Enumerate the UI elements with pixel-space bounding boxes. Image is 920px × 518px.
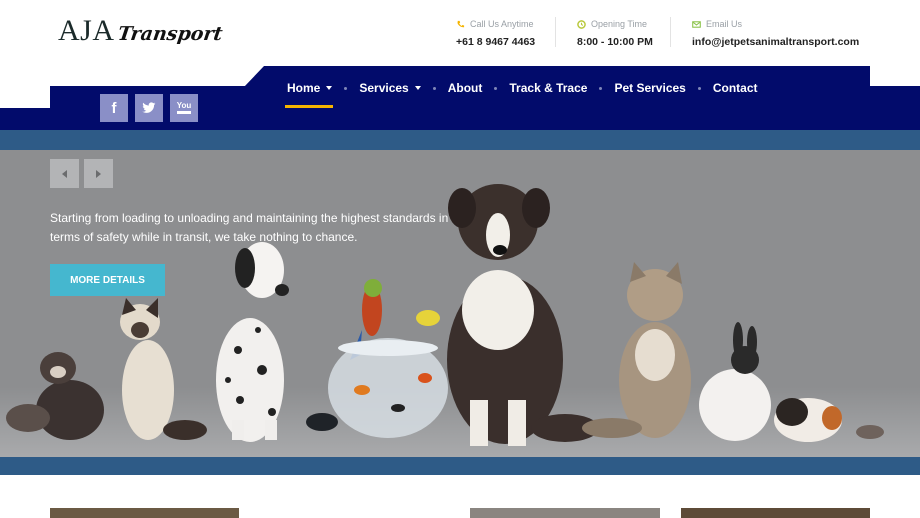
contact-hours: Opening Time 8:00 - 10:00 PM — [577, 17, 653, 53]
nav-item-home[interactable]: Home — [287, 81, 333, 95]
collie-dog-figure — [447, 184, 599, 446]
canary-figure — [416, 310, 440, 326]
tabby-cat-figure — [582, 262, 691, 438]
nav-item-label: Pet Services — [614, 81, 686, 95]
nav-item-contact[interactable]: Contact — [713, 81, 758, 95]
twitter-icon — [142, 102, 156, 113]
nav-item-label: Home — [287, 81, 321, 95]
slider-next-button[interactable] — [84, 159, 113, 188]
nav-separator — [494, 86, 498, 90]
nav-separator — [344, 86, 348, 90]
main-nav: Home Services About Track & Trace Pet Se… — [277, 78, 758, 98]
envelope-icon — [692, 20, 701, 28]
logo-script-text: Transport — [115, 23, 224, 45]
clock-icon — [577, 19, 586, 29]
dalmatian-figure — [216, 242, 289, 442]
active-nav-indicator — [285, 105, 333, 108]
guinea-pig-figure — [774, 398, 842, 442]
hours-label: Opening Time — [591, 19, 648, 29]
nav-separator — [697, 86, 701, 90]
nav-item-label: Track & Trace — [509, 81, 588, 95]
nav-item-about[interactable]: About — [448, 81, 483, 95]
facebook-icon: f — [111, 99, 117, 117]
slider-prev-button[interactable] — [50, 159, 79, 188]
hero-top-band — [0, 130, 920, 150]
twitter-button[interactable] — [135, 94, 163, 122]
nav-separator — [432, 86, 436, 90]
fishbowl-figure — [328, 338, 448, 438]
service-card-image[interactable] — [50, 508, 239, 518]
hours-value: 8:00 - 10:00 PM — [577, 36, 653, 48]
nav-item-label: Services — [359, 81, 409, 95]
rabbit-figure — [699, 322, 771, 441]
nav-item-label: About — [447, 81, 483, 95]
more-details-button[interactable]: MORE DETAILS — [50, 264, 165, 296]
nav-item-label: Contact — [712, 81, 758, 95]
site-logo[interactable]: AJA Transport — [58, 14, 224, 48]
contact-phone: Call Us Anytime +61 8 9467 4463 — [456, 17, 535, 53]
nav-separator — [599, 86, 603, 90]
youtube-button[interactable]: You — [170, 94, 198, 122]
ferret-figure — [6, 352, 104, 440]
phone-icon — [457, 20, 465, 27]
youtube-icon: You — [176, 102, 192, 114]
nav-item-services[interactable]: Services — [359, 81, 421, 95]
nav-item-track-trace[interactable]: Track & Trace — [509, 81, 587, 95]
phone-value[interactable]: +61 8 9467 4463 — [456, 36, 535, 48]
facebook-button[interactable]: f — [100, 94, 128, 122]
hero-description: Starting from loading to unloading and m… — [50, 211, 449, 244]
contact-email: Email Us info@jetpetsanimaltransport.com — [692, 17, 859, 53]
frog-figure — [306, 413, 338, 431]
logo-main-text: AJA — [58, 14, 115, 47]
phone-label: Call Us Anytime — [470, 19, 534, 29]
hero-bottom-band — [0, 457, 920, 475]
service-card-image[interactable] — [681, 508, 870, 518]
service-card-image[interactable] — [470, 508, 660, 518]
nav-item-pet-services[interactable]: Pet Services — [614, 81, 685, 95]
chevron-down-icon — [326, 86, 333, 90]
hero-pets-image — [6, 184, 884, 446]
mouse-figure — [856, 425, 884, 439]
siamese-cat-figure — [120, 298, 207, 440]
email-label: Email Us — [706, 19, 743, 29]
email-value[interactable]: info@jetpetsanimaltransport.com — [692, 36, 859, 48]
chevron-left-icon — [62, 169, 67, 178]
chevron-right-icon — [96, 169, 101, 178]
chevron-down-icon — [414, 86, 421, 90]
